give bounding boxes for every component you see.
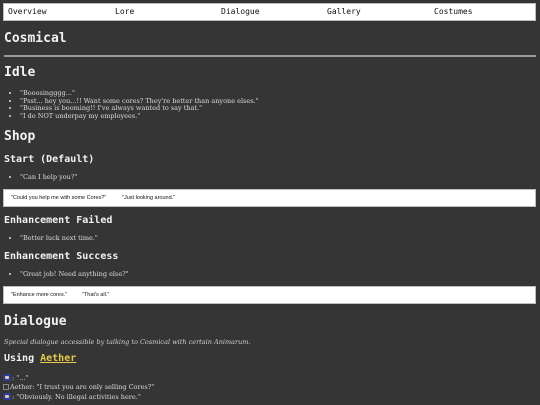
shop-start-heading: Start (Default): [4, 154, 95, 165]
enhancement-failed-line: "Better luck next time.": [20, 234, 98, 243]
idle-heading: Idle: [4, 65, 36, 80]
dialogue-line-text: : "...": [12, 374, 29, 382]
nav-tab-gallery[interactable]: Gallery: [327, 7, 361, 16]
page-title: Cosmical: [4, 31, 67, 46]
top-navigation-bar: Overview Lore Dialogue Gallery Costumes: [3, 3, 536, 21]
nav-tab-overview[interactable]: Overview: [8, 7, 47, 16]
choice-enhance-more[interactable]: "Enhance more cores.": [11, 292, 67, 298]
dialogue-line: : "Obviously. No illegal activities here…: [3, 393, 141, 401]
using-prefix: Using: [4, 353, 41, 364]
enhancement-success-lines-list: "Great job! Need anything else?": [14, 270, 129, 279]
dialogue-line-text: : "Obviously. No illegal activities here…: [12, 393, 141, 401]
nav-tab-lore[interactable]: Lore: [115, 7, 134, 16]
nav-tab-dialogue[interactable]: Dialogue: [221, 7, 260, 16]
enhancement-failed-lines-list: "Better luck next time.": [14, 234, 98, 243]
enhancement-success-choices: "Enhance more cores." "That's all.": [3, 286, 536, 304]
dialogue-line: : "...": [3, 374, 28, 382]
dialogue-line-text: Aether: "I trust you are only selling Co…: [10, 383, 155, 391]
cosmical-avatar-icon: [3, 374, 11, 381]
aether-link[interactable]: Aether: [40, 353, 76, 364]
title-divider: [4, 55, 536, 57]
choice-help-with-cores[interactable]: "Could you help me with some Cores?": [11, 195, 106, 201]
using-aether-heading: Using Aether: [4, 353, 76, 364]
cosmical-avatar-icon: [3, 393, 11, 400]
shop-start-choices: "Could you help me with some Cores?" "Ju…: [3, 189, 536, 207]
enhancement-success-heading: Enhancement Success: [4, 251, 119, 262]
broken-image-icon: [3, 384, 9, 390]
shop-start-lines-list: "Can I help you?": [14, 173, 77, 182]
dialogue-heading: Dialogue: [4, 314, 67, 329]
dialogue-line: Aether: "I trust you are only selling Co…: [3, 383, 154, 391]
shop-start-line: "Can I help you?": [20, 173, 77, 182]
dialogue-description: Special dialogue accessible by talking t…: [4, 338, 251, 346]
idle-line: "I do NOT underpay my employees.": [20, 112, 259, 121]
enhancement-success-line: "Great job! Need anything else?": [20, 270, 129, 279]
choice-thats-all[interactable]: "That's all.": [82, 292, 109, 298]
enhancement-failed-heading: Enhancement Failed: [4, 215, 113, 226]
nav-tab-costumes[interactable]: Costumes: [434, 7, 473, 16]
choice-just-looking[interactable]: "Just looking around.": [122, 195, 175, 201]
shop-heading: Shop: [4, 129, 36, 144]
idle-lines-list: "Booosingggg..." "Psst... hey you...!! W…: [14, 89, 259, 121]
